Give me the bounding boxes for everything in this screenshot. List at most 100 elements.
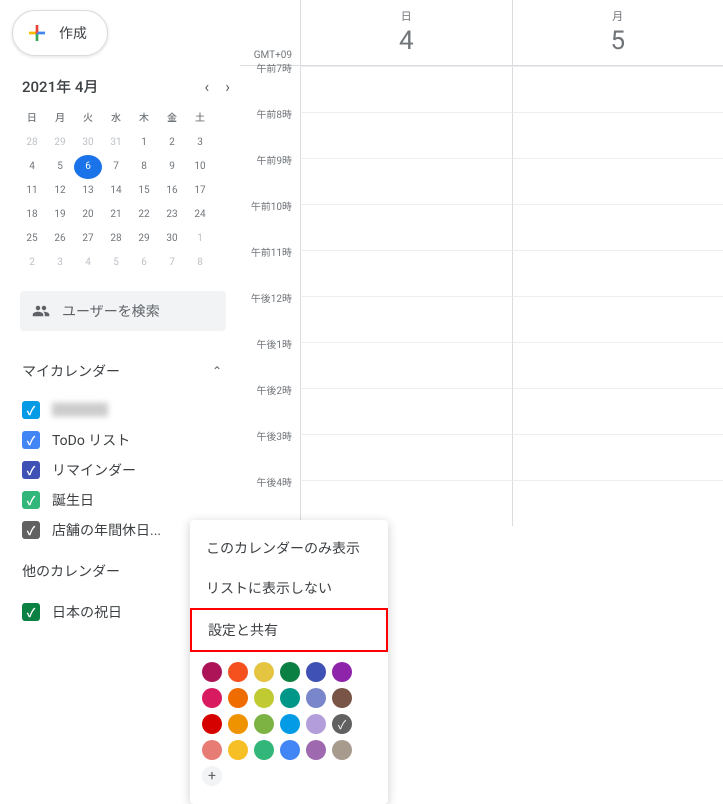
time-slot[interactable] — [300, 250, 512, 296]
color-swatch[interactable] — [228, 688, 248, 708]
mini-date[interactable]: 1 — [130, 131, 158, 155]
mini-date[interactable]: 12 — [46, 179, 74, 203]
time-slot[interactable] — [512, 388, 723, 434]
color-swatch[interactable] — [280, 714, 300, 734]
time-slot[interactable] — [512, 342, 723, 388]
mini-date[interactable]: 29 — [130, 227, 158, 251]
menu-settings-share[interactable]: 設定と共有 — [190, 608, 388, 652]
color-swatch[interactable] — [254, 688, 274, 708]
mini-date[interactable]: 29 — [46, 131, 74, 155]
mini-date[interactable]: 5 — [102, 251, 130, 275]
time-slot[interactable] — [300, 204, 512, 250]
color-swatch[interactable] — [332, 740, 352, 760]
color-swatch[interactable] — [202, 740, 222, 760]
mini-date[interactable]: 17 — [186, 179, 214, 203]
time-slot[interactable] — [512, 158, 723, 204]
color-swatch[interactable] — [280, 688, 300, 708]
mini-date[interactable]: 30 — [158, 227, 186, 251]
time-slot[interactable] — [512, 250, 723, 296]
calendar-checkbox[interactable]: ✓ — [22, 401, 40, 419]
mini-date[interactable]: 6 — [74, 155, 102, 179]
mini-date[interactable]: 1 — [186, 227, 214, 251]
color-swatch[interactable] — [306, 740, 326, 760]
color-swatch[interactable] — [202, 714, 222, 734]
color-swatch[interactable] — [332, 714, 352, 734]
mini-date[interactable]: 20 — [74, 203, 102, 227]
color-swatch[interactable] — [306, 662, 326, 682]
color-swatch[interactable] — [202, 688, 222, 708]
time-slot[interactable] — [300, 296, 512, 342]
mini-date[interactable]: 2 — [18, 251, 46, 275]
mini-date[interactable]: 15 — [130, 179, 158, 203]
add-color-button[interactable]: + — [202, 766, 222, 786]
time-slot[interactable] — [300, 388, 512, 434]
mini-date[interactable]: 13 — [74, 179, 102, 203]
color-swatch[interactable] — [306, 714, 326, 734]
mini-date[interactable]: 8 — [186, 251, 214, 275]
color-swatch[interactable] — [332, 662, 352, 682]
mini-date[interactable]: 31 — [102, 131, 130, 155]
day-column[interactable]: 月 5 — [512, 0, 723, 65]
calendar-checkbox[interactable]: ✓ — [22, 603, 40, 621]
mini-date[interactable]: 26 — [46, 227, 74, 251]
time-slot[interactable] — [512, 296, 723, 342]
search-users-button[interactable]: ユーザーを検索 — [20, 291, 226, 331]
time-slot[interactable] — [300, 434, 512, 480]
mini-date[interactable]: 7 — [102, 155, 130, 179]
time-slot[interactable] — [512, 480, 723, 526]
time-slot[interactable] — [512, 204, 723, 250]
time-slot[interactable] — [512, 434, 723, 480]
color-swatch[interactable] — [306, 688, 326, 708]
color-swatch[interactable] — [228, 740, 248, 760]
color-swatch[interactable] — [332, 688, 352, 708]
menu-hide[interactable]: リストに表示しない — [190, 568, 388, 608]
mini-date[interactable]: 18 — [18, 203, 46, 227]
prev-month-button[interactable]: ‹ — [204, 77, 209, 96]
mini-date[interactable]: 8 — [130, 155, 158, 179]
mini-date[interactable]: 9 — [158, 155, 186, 179]
calendar-checkbox[interactable]: ✓ — [22, 431, 40, 449]
mini-date[interactable]: 14 — [102, 179, 130, 203]
mini-date[interactable]: 25 — [18, 227, 46, 251]
mini-date[interactable]: 2 — [158, 131, 186, 155]
mini-date[interactable]: 7 — [158, 251, 186, 275]
time-slot[interactable] — [300, 66, 512, 112]
mini-date[interactable]: 22 — [130, 203, 158, 227]
mini-date[interactable]: 4 — [74, 251, 102, 275]
mini-date[interactable]: 6 — [130, 251, 158, 275]
calendar-checkbox[interactable]: ✓ — [22, 521, 40, 539]
color-swatch[interactable] — [228, 714, 248, 734]
mini-date[interactable]: 5 — [46, 155, 74, 179]
mini-date[interactable]: 23 — [158, 203, 186, 227]
next-month-button[interactable]: › — [225, 77, 230, 96]
color-swatch[interactable] — [280, 662, 300, 682]
color-swatch[interactable] — [280, 740, 300, 760]
time-slot[interactable] — [300, 158, 512, 204]
color-swatch[interactable] — [254, 740, 274, 760]
time-slot[interactable] — [512, 112, 723, 158]
color-swatch[interactable] — [202, 662, 222, 682]
mini-date[interactable]: 27 — [74, 227, 102, 251]
day-column[interactable]: 日 4 — [300, 0, 512, 65]
time-grid[interactable]: 午前7時午前8時午前9時午前10時午前11時午後12時午後1時午後2時午後3時午… — [240, 66, 723, 526]
my-calendars-header[interactable]: マイカレンダー ⌃ — [12, 351, 240, 391]
color-swatch[interactable] — [228, 662, 248, 682]
color-swatch[interactable] — [254, 662, 274, 682]
mini-date[interactable]: 10 — [186, 155, 214, 179]
calendar-checkbox[interactable]: ✓ — [22, 491, 40, 509]
mini-date[interactable]: 30 — [74, 131, 102, 155]
time-slot[interactable] — [300, 112, 512, 158]
time-slot[interactable] — [300, 342, 512, 388]
color-swatch[interactable] — [254, 714, 274, 734]
menu-only-show[interactable]: このカレンダーのみ表示 — [190, 528, 388, 568]
mini-date[interactable]: 24 — [186, 203, 214, 227]
mini-date[interactable]: 28 — [18, 131, 46, 155]
mini-date[interactable]: 21 — [102, 203, 130, 227]
calendar-checkbox[interactable]: ✓ — [22, 461, 40, 479]
time-slot[interactable] — [512, 66, 723, 112]
mini-date[interactable]: 11 — [18, 179, 46, 203]
create-button[interactable]: 作成 — [12, 10, 108, 56]
mini-date[interactable]: 3 — [186, 131, 214, 155]
mini-date[interactable]: 3 — [46, 251, 74, 275]
mini-date[interactable]: 19 — [46, 203, 74, 227]
